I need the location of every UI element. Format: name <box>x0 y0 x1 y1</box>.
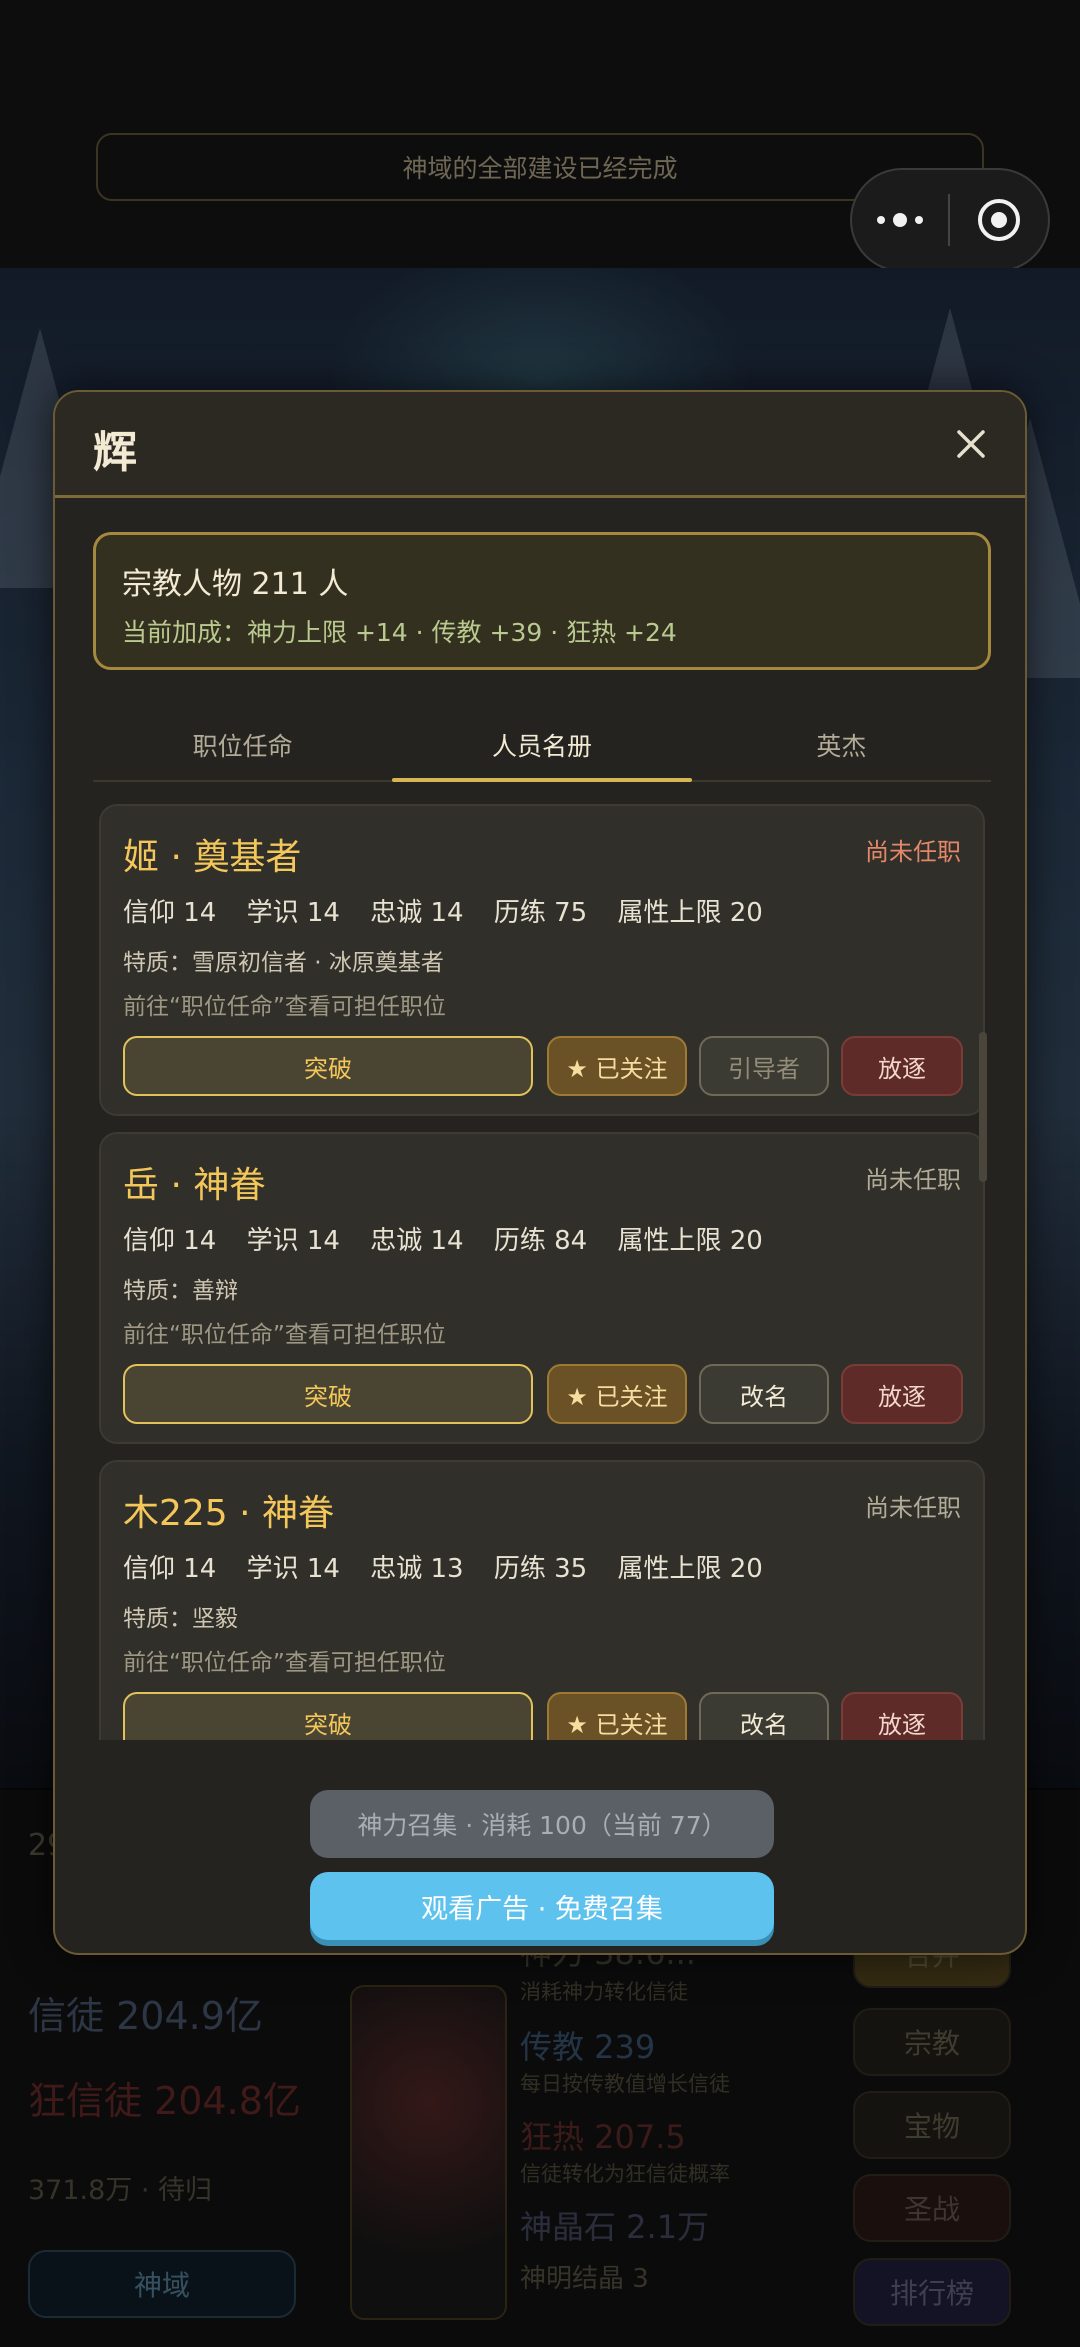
followed-button[interactable]: ★ 已关注 <box>547 1364 687 1424</box>
list-item: 木225 · 神眷 尚未任职 信仰 14 学识 14 忠诚 13 历练 35 属… <box>99 1460 985 1740</box>
attr-faith: 信仰 14 <box>123 1554 217 1584</box>
person-name: 岳 · 神眷 <box>123 1165 266 1206</box>
attr-loyalty: 忠诚 14 <box>370 898 464 928</box>
attr-cap: 属性上限 20 <box>617 1226 763 1256</box>
attr-cap: 属性上限 20 <box>617 898 763 928</box>
ad-summon-button[interactable]: 观看广告 · 免费召集 <box>310 1872 774 1940</box>
attr-loyalty: 忠诚 14 <box>370 1226 464 1256</box>
attr-experience: 历练 35 <box>493 1554 588 1584</box>
modal-title: 辉 <box>93 427 137 478</box>
top-bar: 神域的全部建设已经完成 <box>0 0 1080 272</box>
roster-list[interactable]: 姬 · 奠基者 尚未任职 信仰 14 学识 14 忠诚 14 历练 75 属性上… <box>99 804 985 1740</box>
close-icon[interactable] <box>947 420 995 468</box>
attr-knowledge: 学识 14 <box>246 1554 340 1584</box>
list-item: 姬 · 奠基者 尚未任职 信仰 14 学识 14 忠诚 14 历练 75 属性上… <box>99 804 985 1116</box>
exile-button[interactable]: 放逐 <box>841 1692 963 1740</box>
attr-experience: 历练 75 <box>493 898 588 928</box>
divine-summon-button[interactable]: 神力召集 · 消耗 100（当前 77） <box>310 1790 774 1858</box>
attr-experience: 历练 84 <box>493 1226 588 1256</box>
current-bonus: 当前加成：神力上限 +14 · 传教 +39 · 狂热 +24 <box>122 618 677 647</box>
attr-loyalty: 忠诚 13 <box>370 1554 464 1584</box>
attr-faith: 信仰 14 <box>123 1226 217 1256</box>
tab-bar: 职位任命 人员名册 英杰 <box>93 710 991 782</box>
tab-position-appointment[interactable]: 职位任命 <box>93 710 392 780</box>
more-icon[interactable] <box>852 213 948 227</box>
exile-button[interactable]: 放逐 <box>841 1364 963 1424</box>
person-traits: 特质：坚毅 <box>123 1606 238 1632</box>
person-name: 木225 · 神眷 <box>123 1493 335 1534</box>
person-attributes: 信仰 14 学识 14 忠诚 14 历练 84 属性上限 20 <box>123 1220 785 1257</box>
attr-knowledge: 学识 14 <box>246 1226 340 1256</box>
person-traits: 特质：善辩 <box>123 1278 238 1304</box>
status-badge: 尚未任职 <box>865 838 961 866</box>
breakthrough-button[interactable]: 突破 <box>123 1364 533 1424</box>
rename-button[interactable]: 改名 <box>699 1364 829 1424</box>
tab-roster[interactable]: 人员名册 <box>392 710 692 782</box>
followed-button[interactable]: ★ 已关注 <box>547 1036 687 1096</box>
personnel-modal: 辉 宗教人物 211 人 当前加成：神力上限 +14 · 传教 +39 · 狂热… <box>53 390 1027 1955</box>
position-hint: 前往“职位任命”查看可担任职位 <box>123 1650 446 1676</box>
person-attributes: 信仰 14 学识 14 忠诚 14 历练 75 属性上限 20 <box>123 892 785 929</box>
attr-cap: 属性上限 20 <box>617 1554 763 1584</box>
attr-faith: 信仰 14 <box>123 898 217 928</box>
person-attributes: 信仰 14 学识 14 忠诚 13 历练 35 属性上限 20 <box>123 1548 785 1585</box>
miniprogram-capsule <box>850 168 1050 272</box>
breakthrough-button[interactable]: 突破 <box>123 1692 533 1740</box>
guide-button[interactable]: 引导者 <box>699 1036 829 1096</box>
list-item: 岳 · 神眷 尚未任职 信仰 14 学识 14 忠诚 14 历练 84 属性上限… <box>99 1132 985 1444</box>
modal-header: 辉 <box>55 392 1025 498</box>
religion-summary: 宗教人物 211 人 当前加成：神力上限 +14 · 传教 +39 · 狂热 +… <box>93 532 991 670</box>
person-traits: 特质：雪原初信者 · 冰原奠基者 <box>123 950 444 976</box>
followed-button[interactable]: ★ 已关注 <box>547 1692 687 1740</box>
figure-count: 宗教人物 211 人 <box>122 567 349 602</box>
status-badge: 尚未任职 <box>865 1494 961 1522</box>
roster-scrollbar[interactable] <box>979 1032 987 1182</box>
exile-button[interactable]: 放逐 <box>841 1036 963 1096</box>
breakthrough-button[interactable]: 突破 <box>123 1036 533 1096</box>
close-miniprogram-icon[interactable] <box>950 199 1048 241</box>
status-badge: 尚未任职 <box>865 1166 961 1194</box>
attr-knowledge: 学识 14 <box>246 898 340 928</box>
construction-notice: 神域的全部建设已经完成 <box>96 133 984 201</box>
tab-heroes[interactable]: 英杰 <box>692 710 991 780</box>
person-name: 姬 · 奠基者 <box>123 837 302 878</box>
position-hint: 前往“职位任命”查看可担任职位 <box>123 1322 446 1348</box>
rename-button[interactable]: 改名 <box>699 1692 829 1740</box>
position-hint: 前往“职位任命”查看可担任职位 <box>123 994 446 1020</box>
